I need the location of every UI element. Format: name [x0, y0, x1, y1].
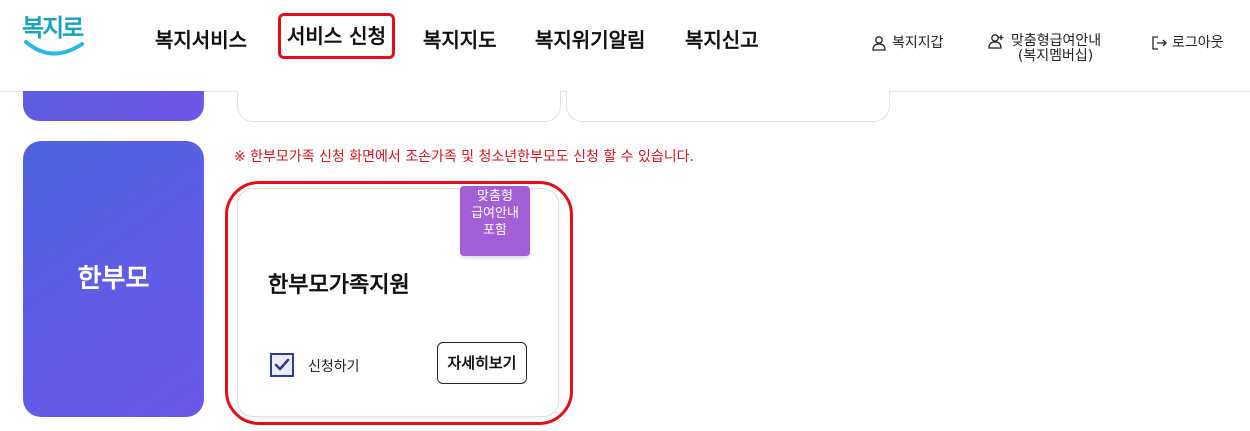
- service-title: 한부모가족지원: [268, 273, 410, 298]
- view-details-button[interactable]: 자세히보기: [437, 342, 527, 384]
- custom-benefit-label-line1: 맞춤형급여안내: [1011, 33, 1102, 49]
- user-plus-icon: [988, 34, 1004, 49]
- notice-text: ※ 한부모가족 신청 화면에서 조손가족 및 청소년한부모도 신청 할 수 있습…: [234, 149, 694, 165]
- checkmark-icon: [274, 358, 290, 371]
- badge-line: 포함: [483, 223, 507, 238]
- logout-icon: [1152, 36, 1167, 50]
- badge-line: 급여안내: [471, 206, 519, 221]
- category-tile-single-parent: 한부모: [23, 141, 204, 417]
- site-header: 복지로 복지서비스 서비스 신청 복지지도 복지위기알림 복지신고 복지지갑 맞…: [0, 0, 1250, 92]
- nav-welfare-map[interactable]: 복지지도: [423, 24, 497, 56]
- user-icon: [872, 36, 886, 51]
- prev-service-card-2: [566, 91, 890, 122]
- badge-line: 맞춤형: [477, 189, 513, 204]
- nav-welfare-services[interactable]: 복지서비스: [155, 24, 247, 56]
- custom-benefit-badge: 맞춤형 급여안내 포함: [460, 186, 530, 256]
- logout-label: 로그아웃: [1172, 35, 1224, 51]
- custom-benefit-guide-link[interactable]: 맞춤형급여안내 (복지멤버십): [988, 33, 1101, 64]
- custom-benefit-label-line2: (복지멤버십): [1017, 48, 1094, 64]
- nav-service-application[interactable]: 서비스 신청: [278, 13, 395, 59]
- prev-category-tile: [23, 91, 204, 121]
- welfare-wallet-link[interactable]: 복지지갑: [871, 32, 944, 52]
- bokjiro-logo[interactable]: 복지로: [22, 8, 86, 66]
- logout-link[interactable]: 로그아웃: [1151, 32, 1224, 52]
- nav-welfare-report[interactable]: 복지신고: [685, 24, 759, 56]
- logo-smile-icon: [24, 40, 84, 56]
- welfare-wallet-label: 복지지갑: [892, 35, 944, 51]
- service-card: 맞춤형 급여안내 포함 한부모가족지원 신청하기 자세히보기: [237, 186, 559, 417]
- prev-service-card: [237, 91, 561, 122]
- checkbox-box[interactable]: [270, 353, 294, 377]
- nav-welfare-crisis-alert[interactable]: 복지위기알림: [535, 24, 645, 56]
- apply-checkbox-label[interactable]: 신청하기: [308, 356, 360, 376]
